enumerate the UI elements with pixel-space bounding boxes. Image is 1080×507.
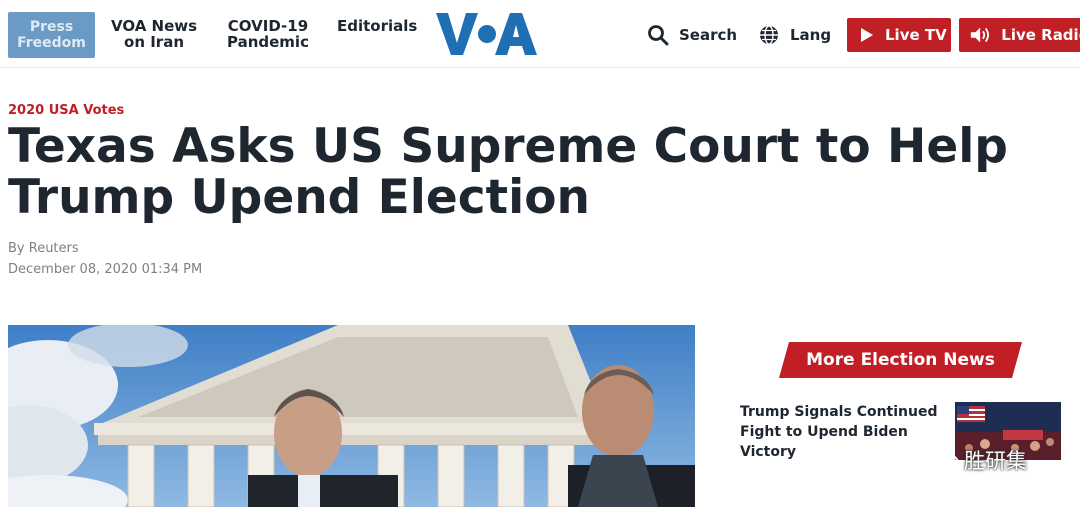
nav-voa-news-on-iran[interactable]: VOA News on Iran [111,18,197,50]
article-date: December 08, 2020 01:34 PM [8,262,203,277]
language-label: Lang [790,26,832,44]
globe-icon [760,25,778,45]
search-label: Search [679,26,738,44]
live-radio-button[interactable]: Live Radio [959,18,1080,52]
live-tv-label: Live TV [885,26,947,44]
nav-editorials[interactable]: Editorials [337,18,417,34]
live-tv-button[interactable]: Live TV [847,18,951,52]
chat-bubbles-icon [921,447,959,473]
more-election-news-label: More Election News [806,350,995,370]
voa-logo-mark [436,13,537,55]
related-story-link[interactable]: Trump Signals Continued Fight to Upend B… [740,402,950,462]
article-category-link[interactable]: 2020 USA Votes [8,103,124,118]
wechat-watermark: 胜研集 [920,445,1027,475]
nav-covid-19-pandemic[interactable]: COVID-19 Pandemic [227,18,309,50]
search-button[interactable]: Search [647,25,738,46]
article-byline: By Reuters [8,241,79,256]
voa-logo[interactable] [436,13,537,55]
top-navigation-bar: Press Freedom VOA News on Iran COVID-19 Pan… [0,0,1080,68]
language-button[interactable]: Lang [758,25,831,45]
play-icon [861,28,873,42]
article-headline: Texas Asks US Supreme Court to Help Trum… [8,119,1008,225]
article-lead-photo [8,325,695,507]
live-radio-label: Live Radio [1001,26,1080,44]
search-icon [648,25,669,46]
press-freedom-label: Press Freedom [17,19,86,51]
press-freedom-link[interactable]: Press Freedom [8,12,95,58]
watermark-text: 胜研集 [964,449,1027,473]
more-election-news-heading[interactable]: More Election News [779,342,1022,378]
speaker-icon [970,27,989,43]
